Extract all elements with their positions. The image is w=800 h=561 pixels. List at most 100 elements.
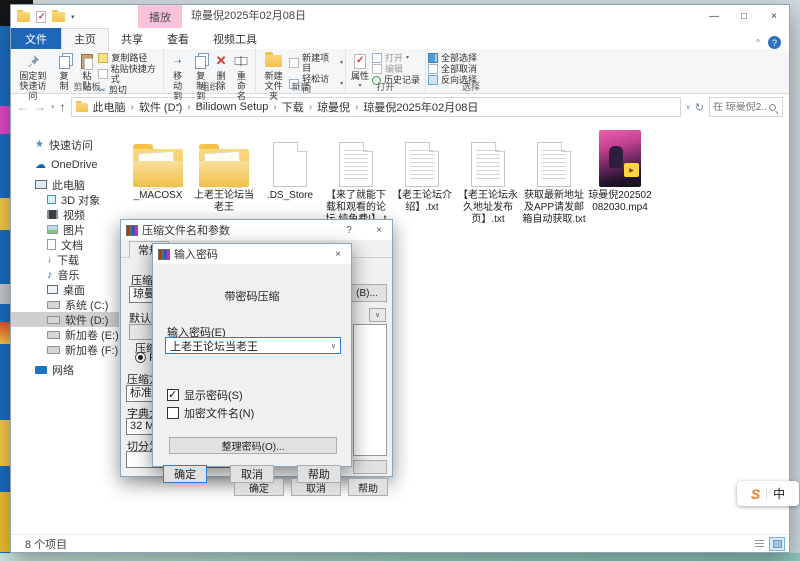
organize-passwords-button[interactable]: 整理密码(O)...	[169, 437, 337, 454]
chevron-down-icon[interactable]: ∨	[686, 103, 691, 111]
maximize-button[interactable]: □	[729, 5, 759, 28]
copy-icon	[59, 52, 70, 70]
dialog-close-icon[interactable]: ×	[325, 244, 351, 264]
encrypt-names-checkbox[interactable]: 加密文件名(N)	[167, 405, 254, 421]
tab-view[interactable]: 查看	[155, 28, 201, 49]
tab-home[interactable]: 主页	[61, 28, 109, 49]
dialog-help-icon[interactable]: ?	[336, 220, 362, 240]
desktop-icon	[47, 285, 58, 294]
tab-video-tools[interactable]: 视频工具	[201, 28, 269, 49]
winrar-icon	[158, 249, 170, 260]
file-tile-text[interactable]: 【老王论坛永久地址发布页】.txt	[455, 130, 521, 238]
forward-button[interactable]: →	[34, 100, 46, 114]
password-dialog-title: 输入密码	[174, 246, 218, 262]
address-extra-controls: ∨ ↻	[686, 101, 704, 114]
sidebar-item-videos[interactable]: 视频	[11, 207, 119, 222]
file-name: 上老王论坛当老王	[191, 190, 257, 214]
sidebar-item-desktop[interactable]: 桌面	[11, 282, 119, 297]
copy-path-icon	[98, 53, 108, 63]
breadcrumb-item[interactable]: 琼曼倪2025年02月08日	[360, 99, 481, 115]
window-controls: — □ ×	[699, 5, 789, 28]
password-input[interactable]: 上老王论坛当老王 ∨	[165, 337, 341, 354]
archive-help-button[interactable]: 帮助	[348, 478, 388, 496]
folder-icon	[133, 149, 183, 187]
select-all-button[interactable]: 全部选择	[428, 53, 477, 63]
thumbnail-view-button[interactable]	[769, 537, 785, 551]
browse-button[interactable]: (B)...	[347, 284, 387, 302]
new-item-button[interactable]: 新建项目▾	[289, 53, 343, 73]
search-box[interactable]	[709, 97, 783, 117]
items-count: 8 个项目	[25, 536, 67, 552]
folder-icon[interactable]	[52, 12, 65, 22]
sidebar-item-music[interactable]: ♪音乐	[11, 267, 119, 282]
sidebar-item-this-pc[interactable]: 此电脑	[11, 177, 119, 192]
password-dialog-body: 带密码压缩 输入密码(E) 上老王论坛当老王 ∨ 显示密码(S) 加密文件名(N…	[153, 264, 351, 467]
sidebar-item-3d-objects[interactable]: 3D 对象	[11, 192, 119, 207]
help-button[interactable]: 帮助	[297, 465, 341, 483]
ribbon: 固定到快速访问 复制 粘贴 复制路径 粘贴快捷方式 ✂剪切 剪贴板	[11, 49, 789, 94]
sidebar-item-downloads[interactable]: ↓下载	[11, 252, 119, 267]
sidebar-item-new-volume-e[interactable]: 新加卷 (E:)	[11, 327, 119, 342]
show-password-checkbox[interactable]: 显示密码(S)	[167, 387, 243, 403]
minimize-button[interactable]: —	[699, 5, 729, 28]
chevron-down-icon[interactable]: ▾	[71, 13, 75, 21]
text-file-icon	[405, 142, 439, 187]
breadcrumb[interactable]: 此电脑 › 软件 (D:) › Bilidown Setup › 下载 › 琼曼…	[71, 97, 681, 117]
contextual-tab-header[interactable]: 播放	[138, 5, 182, 28]
breadcrumb-item[interactable]: 琼曼倪	[314, 99, 353, 115]
folder-icon[interactable]	[17, 12, 30, 22]
file-tile-text[interactable]: 【老王论坛介绍】.txt	[389, 130, 455, 238]
ime-indicator[interactable]: S 中	[737, 481, 799, 506]
archive-dialog-titlebar[interactable]: 压缩文件名和参数 ? ×	[121, 220, 392, 240]
select-none-button[interactable]: 全部取消	[428, 64, 477, 74]
address-bar: ← → ▾ ↑ 此电脑 › 软件 (D:) › Bilidown Setup ›…	[11, 94, 789, 120]
refresh-icon[interactable]: ↻	[695, 101, 704, 114]
star-icon: ★	[35, 139, 44, 150]
combo-chevron-icon[interactable]: ∨	[369, 308, 386, 322]
file-tile-text[interactable]: 获取最新地址及APP请发邮箱自动获取.txt	[521, 130, 587, 238]
copy-path-button[interactable]: 复制路径	[98, 53, 161, 63]
tab-share[interactable]: 共享	[109, 28, 155, 49]
recent-locations-icon[interactable]: ▾	[51, 103, 55, 111]
file-tile-video[interactable]: ▶ 琼曼倪202502082030.mp4	[587, 130, 653, 238]
details-view-button[interactable]	[751, 537, 767, 551]
rename-button[interactable]: 重命名	[230, 51, 253, 102]
search-icon[interactable]	[769, 104, 776, 111]
properties-icon[interactable]	[36, 11, 46, 23]
close-button[interactable]: ×	[759, 5, 789, 28]
network-icon	[35, 366, 47, 374]
ime-divider	[766, 488, 767, 500]
update-mode-listbox[interactable]	[353, 324, 387, 456]
help-icon[interactable]: ?	[768, 36, 781, 49]
edit-button[interactable]: 编辑	[372, 64, 420, 74]
cancel-button[interactable]: 取消	[230, 465, 274, 483]
pin-to-quick-access-button[interactable]: 固定到快速访问	[13, 51, 53, 102]
dialog-close-icon[interactable]: ×	[366, 220, 392, 240]
sidebar-item-system-c[interactable]: 系统 (C:)	[11, 297, 119, 312]
sidebar-item-network[interactable]: 网络	[11, 362, 119, 377]
new-folder-button[interactable]: 新建文件夹	[258, 51, 289, 102]
sidebar-item-documents[interactable]: 文档	[11, 237, 119, 252]
sidebar-item-new-volume-f[interactable]: 新加卷 (F:)	[11, 342, 119, 357]
password-dialog-titlebar[interactable]: 输入密码 ×	[153, 244, 351, 264]
sidebar-item-quick-access[interactable]: ★快速访问	[11, 137, 119, 152]
breadcrumb-item[interactable]: 此电脑	[90, 99, 129, 115]
cloud-icon: ☁	[35, 158, 46, 171]
up-button[interactable]: ↑	[60, 100, 66, 114]
sidebar-item-software-d[interactable]: 软件 (D:)	[11, 312, 119, 327]
open-button[interactable]: 打开▾	[372, 53, 420, 63]
checkbox-checked-icon	[167, 389, 179, 401]
ok-button[interactable]: 确定	[163, 465, 207, 483]
download-icon: ↓	[47, 254, 52, 265]
group-label-select: 选择	[426, 80, 516, 93]
search-input[interactable]	[713, 102, 767, 113]
side-button[interactable]	[353, 460, 387, 474]
tab-file[interactable]: 文件	[11, 28, 61, 49]
combo-chevron-icon[interactable]: ∨	[331, 342, 336, 350]
password-dialog-buttons: 确定 取消 帮助	[153, 465, 351, 483]
sidebar-item-pictures[interactable]: 图片	[11, 222, 119, 237]
back-button[interactable]: ←	[17, 100, 29, 114]
collapse-ribbon-icon[interactable]: ^	[756, 38, 760, 47]
ribbon-group-select: 全部选择 全部取消 反向选择 选择	[426, 49, 516, 93]
sidebar-item-onedrive[interactable]: ☁OneDrive	[11, 157, 119, 172]
